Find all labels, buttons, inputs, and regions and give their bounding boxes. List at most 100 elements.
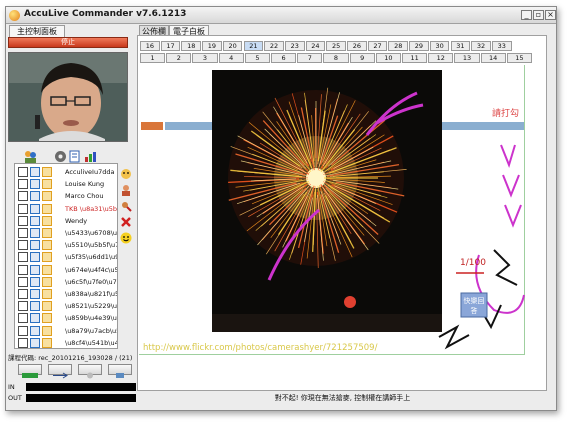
camera-status-icon[interactable] xyxy=(30,252,40,263)
user-row[interactable]: \u5433\u6708\u92 xyxy=(15,227,117,239)
hand-status-icon[interactable] xyxy=(42,240,52,251)
mic-status-icon[interactable] xyxy=(18,179,28,190)
camera-status-icon[interactable] xyxy=(30,167,40,177)
camera-status-icon[interactable] xyxy=(30,313,40,324)
page-tab[interactable]: 7 xyxy=(297,53,323,63)
camera-status-icon[interactable] xyxy=(30,203,40,214)
settings-icon[interactable] xyxy=(54,148,67,162)
page-tab[interactable]: 29 xyxy=(409,41,429,51)
hand-status-icon[interactable] xyxy=(42,264,52,275)
stop-button[interactable]: 停止 xyxy=(8,37,128,48)
mic-status-icon[interactable] xyxy=(18,215,28,226)
camera-status-icon[interactable] xyxy=(30,215,40,226)
user-list[interactable]: AcculiveIu7dda Louise Kung Marco Chou TKB \… xyxy=(14,163,118,349)
page-tab[interactable]: 6 xyxy=(271,53,297,63)
mic-status-icon[interactable] xyxy=(18,313,28,324)
page-tab[interactable]: 32 xyxy=(471,41,491,51)
page-tab[interactable]: 20 xyxy=(222,41,243,51)
user-row[interactable]: AcculiveIu7dda xyxy=(15,166,117,178)
page-tab[interactable]: 33 xyxy=(491,41,512,51)
smile-icon[interactable] xyxy=(120,229,132,244)
user-row[interactable]: \u8cf4\u541b\u4e xyxy=(15,337,117,348)
hand-status-icon[interactable] xyxy=(42,313,52,324)
mic-status-icon[interactable] xyxy=(18,301,28,312)
page-tab[interactable]: 19 xyxy=(202,41,222,51)
hand-status-icon[interactable] xyxy=(42,167,52,177)
mic-status-icon[interactable] xyxy=(18,289,28,299)
camera-status-icon[interactable] xyxy=(30,240,40,251)
camera-status-icon[interactable] xyxy=(30,228,40,238)
page-tab[interactable]: 11 xyxy=(402,53,428,63)
mic-status-icon[interactable] xyxy=(18,325,28,336)
camera-toggle-button[interactable] xyxy=(18,364,42,378)
user-row[interactable]: Marco Chou xyxy=(15,190,117,202)
camera-status-icon[interactable] xyxy=(30,325,40,336)
user-row[interactable]: \u5510\u5b5f\u74 xyxy=(15,239,117,251)
hand-status-icon[interactable] xyxy=(42,337,52,348)
mic-status-icon[interactable] xyxy=(18,228,28,238)
close-button[interactable]: × xyxy=(545,10,556,20)
user-row[interactable]: \u859b\u4e39\u65 xyxy=(15,312,117,324)
hand-status-icon[interactable] xyxy=(42,289,52,299)
page-tab[interactable]: 18 xyxy=(181,41,202,51)
hand-status-icon[interactable] xyxy=(42,252,52,263)
camera-status-icon[interactable] xyxy=(30,264,40,275)
minimize-button[interactable]: _ xyxy=(521,10,532,20)
page-tab[interactable]: 2 xyxy=(166,53,192,63)
hand-status-icon[interactable] xyxy=(42,215,52,226)
page-tab[interactable]: 8 xyxy=(323,53,349,63)
mic-status-icon[interactable] xyxy=(18,203,28,214)
page-tab[interactable]: 16 xyxy=(140,41,160,51)
page-tab[interactable]: 21 xyxy=(243,41,264,51)
maximize-button[interactable]: ▫ xyxy=(533,10,544,20)
page-tab[interactable]: 30 xyxy=(429,41,450,51)
document-icon[interactable] xyxy=(68,148,81,163)
page-tab[interactable]: 15 xyxy=(506,53,532,63)
mic-status-icon[interactable] xyxy=(18,337,28,348)
hand-status-icon[interactable] xyxy=(42,325,52,336)
camera-status-icon[interactable] xyxy=(30,179,40,190)
user-row[interactable]: \u5f35\u6dd1\u93 xyxy=(15,251,117,263)
chart-icon[interactable] xyxy=(84,148,97,162)
hand-status-icon[interactable] xyxy=(42,179,52,190)
page-tab[interactable]: 10 xyxy=(375,53,401,63)
kick-icon[interactable] xyxy=(120,197,132,212)
page-tab[interactable]: 5 xyxy=(244,53,270,63)
mic-status-icon[interactable] xyxy=(18,264,28,275)
page-tab[interactable]: 3 xyxy=(192,53,218,63)
page-tab[interactable]: 14 xyxy=(480,53,506,63)
hand-status-icon[interactable] xyxy=(42,203,52,214)
person-icon[interactable] xyxy=(120,181,132,196)
speaker-button[interactable] xyxy=(108,364,132,378)
page-tab[interactable]: 26 xyxy=(347,41,367,51)
page-tab[interactable]: 17 xyxy=(160,41,181,51)
camera-status-icon[interactable] xyxy=(30,191,40,202)
page-tab[interactable]: 28 xyxy=(388,41,409,51)
title-bar[interactable]: AccuLive Commander v7.6.1213 _ ▫ × xyxy=(6,7,556,24)
page-tab[interactable]: 13 xyxy=(454,53,480,63)
user-row[interactable]: \u838a\u821f\u52 xyxy=(15,288,117,300)
mic-status-icon[interactable] xyxy=(18,240,28,251)
page-tab[interactable]: 24 xyxy=(305,41,326,51)
page-tab[interactable]: 25 xyxy=(326,41,346,51)
hand-status-icon[interactable] xyxy=(42,228,52,238)
user-row[interactable]: \u8521\u5229\u4e xyxy=(15,300,117,312)
hand-status-icon[interactable] xyxy=(42,191,52,202)
mic-status-icon[interactable] xyxy=(18,276,28,287)
record-button[interactable] xyxy=(78,364,102,379)
page-tab[interactable]: 27 xyxy=(367,41,388,51)
user-row[interactable]: \u8a79\u7acb\u5e xyxy=(15,325,117,337)
user-row[interactable]: \u674e\u4f4c\u5fb xyxy=(15,264,117,276)
mic-status-icon[interactable] xyxy=(18,167,28,177)
page-tab[interactable]: 12 xyxy=(428,53,454,63)
camera-status-icon[interactable] xyxy=(30,289,40,299)
camera-status-icon[interactable] xyxy=(30,301,40,312)
raise-hand-icon[interactable] xyxy=(120,165,132,179)
page-tab[interactable]: 1 xyxy=(140,53,166,63)
remove-icon[interactable] xyxy=(120,213,132,227)
page-tab[interactable]: 9 xyxy=(349,53,375,63)
camera-status-icon[interactable] xyxy=(30,276,40,287)
mic-status-icon[interactable] xyxy=(18,191,28,202)
mic-status-icon[interactable] xyxy=(18,252,28,263)
users-icon[interactable] xyxy=(24,148,37,163)
